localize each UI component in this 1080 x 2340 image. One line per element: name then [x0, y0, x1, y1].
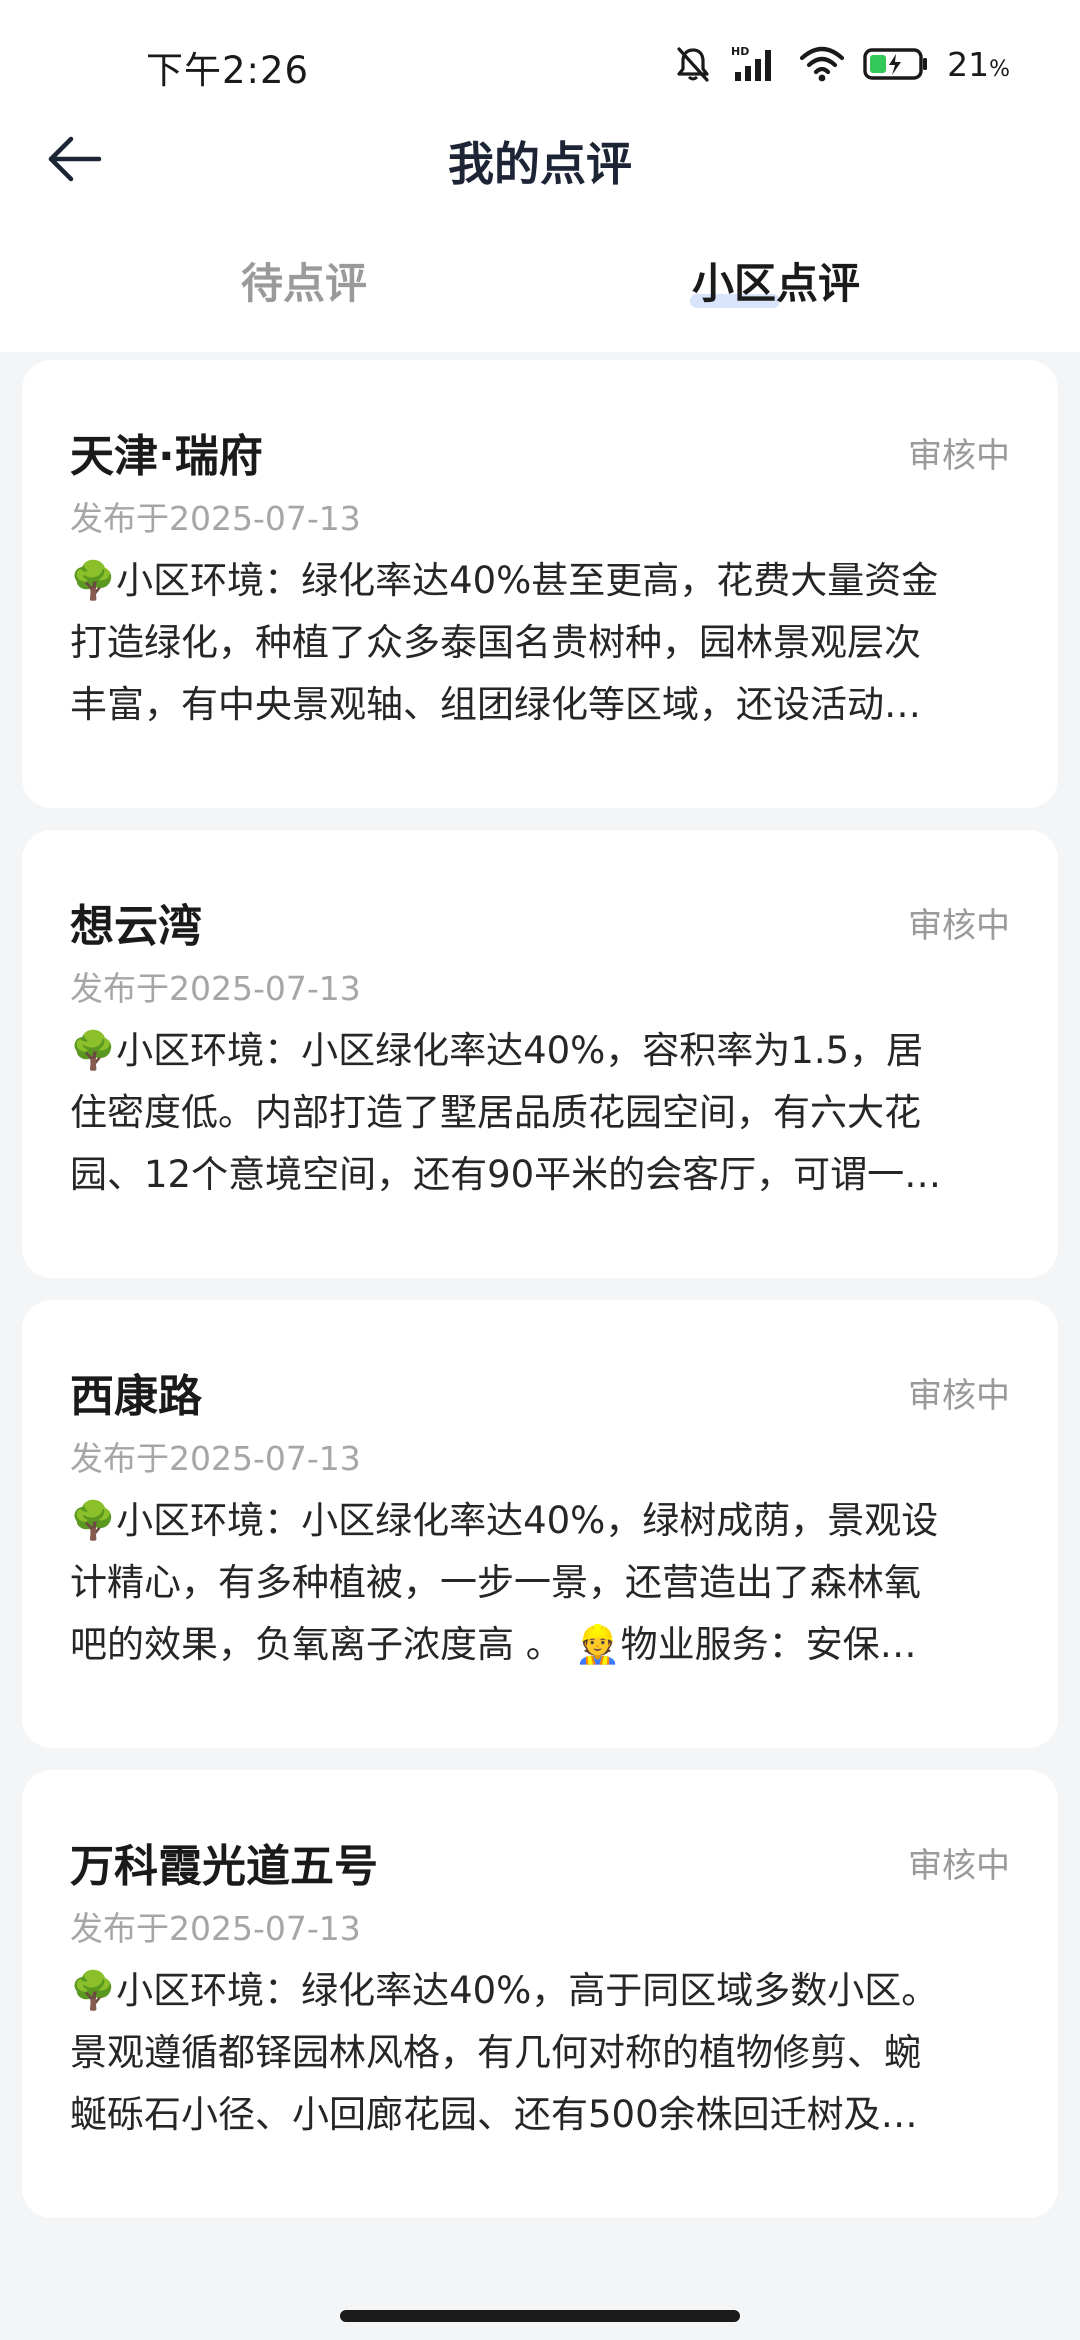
review-line: 🌳小区环境：小区绿化率达40%，容积率为1.5，居 [70, 1029, 924, 1072]
review-title: 西康路 [70, 1371, 202, 1422]
review-line: 蜒砾石小径、小回廊花园、还有500余株回迁树及… [70, 2093, 918, 2136]
tab-bar: 待点评 小区点评 [0, 250, 1080, 330]
review-line: 景观遵循都铎园林风格，有几何对称的植物修剪、蜿 [70, 2031, 921, 2074]
tab-pending-review[interactable]: 待点评 [154, 250, 454, 311]
review-card[interactable]: 天津·瑞府 审核中 发布于2025-07-13 🌳小区环境：绿化率达40%甚至更… [22, 360, 1058, 808]
wifi-icon [799, 44, 845, 84]
tab-community-review-label: 小区点评 [691, 259, 860, 308]
review-line: 丰富，有中央景观轴、组团绿化等区域，还设活动… [70, 683, 921, 726]
review-body: 🌳小区环境：绿化率达40%甚至更高，花费大量资金 打造绿化，种植了众多泰国名贵树… [70, 550, 1036, 736]
battery-charging-icon [863, 46, 929, 82]
review-body: 🌳小区环境：小区绿化率达40%，容积率为1.5，居 住密度低。内部打造了墅居品质… [70, 1020, 1036, 1206]
review-date: 发布于2025-07-13 [70, 499, 361, 538]
review-title: 万科霞光道五号 [70, 1841, 378, 1892]
home-indicator[interactable] [340, 2310, 740, 2322]
review-card[interactable]: 万科霞光道五号 审核中 发布于2025-07-13 🌳小区环境：绿化率达40%，… [22, 1770, 1058, 2218]
status-icons: HD 21% [673, 42, 1010, 86]
review-line: 计精心，有多种植被，一步一景，还营造出了森林氧 [70, 1561, 921, 1604]
hd-signal-icon: HD [731, 44, 781, 84]
review-status: 审核中 [908, 436, 1010, 476]
review-status: 审核中 [908, 1376, 1010, 1416]
review-line: 🌳小区环境：小区绿化率达40%，绿树成荫，景观设 [70, 1499, 939, 1542]
svg-text:HD: HD [731, 45, 749, 58]
review-card[interactable]: 想云湾 审核中 发布于2025-07-13 🌳小区环境：小区绿化率达40%，容积… [22, 830, 1058, 1278]
status-time: 下午2:26 [146, 49, 310, 92]
review-date: 发布于2025-07-13 [70, 969, 361, 1008]
review-title: 天津·瑞府 [70, 431, 263, 482]
review-line: 🌳小区环境：绿化率达40%，高于同区域多数小区。 [70, 1969, 939, 2012]
page-title: 我的点评 [448, 137, 632, 191]
review-body: 🌳小区环境：绿化率达40%，高于同区域多数小区。 景观遵循都铎园林风格，有几何对… [70, 1960, 1036, 2146]
review-status: 审核中 [908, 1846, 1010, 1886]
review-line: 打造绿化，种植了众多泰国名贵树种，园林景观层次 [70, 621, 921, 664]
tab-community-review[interactable]: 小区点评 [626, 250, 926, 311]
battery-percent: 21% [947, 44, 1010, 84]
review-date: 发布于2025-07-13 [70, 1909, 361, 1948]
review-title: 想云湾 [70, 901, 202, 952]
review-line: 吧的效果，负氧离子浓度高 。 👷物业服务：安保… [70, 1623, 917, 1666]
nav-bar: 我的点评 [0, 120, 1080, 200]
review-status: 审核中 [908, 906, 1010, 946]
top-header: 下午2:26 HD 21% 我的点评 待点评 小区点评 [0, 0, 1080, 352]
review-line: 园、12个意境空间，还有90平米的会客厅，可谓一… [70, 1153, 942, 1196]
review-date: 发布于2025-07-13 [70, 1439, 361, 1478]
review-line: 住密度低。内部打造了墅居品质花园空间，有六大花 [70, 1091, 921, 1134]
bell-muted-icon [673, 44, 713, 84]
status-bar: 下午2:26 HD 21% [0, 0, 1080, 130]
review-card[interactable]: 西康路 审核中 发布于2025-07-13 🌳小区环境：小区绿化率达40%，绿树… [22, 1300, 1058, 1748]
review-body: 🌳小区环境：小区绿化率达40%，绿树成荫，景观设 计精心，有多种植被，一步一景，… [70, 1490, 1036, 1676]
review-line: 🌳小区环境：绿化率达40%甚至更高，花费大量资金 [70, 559, 939, 602]
